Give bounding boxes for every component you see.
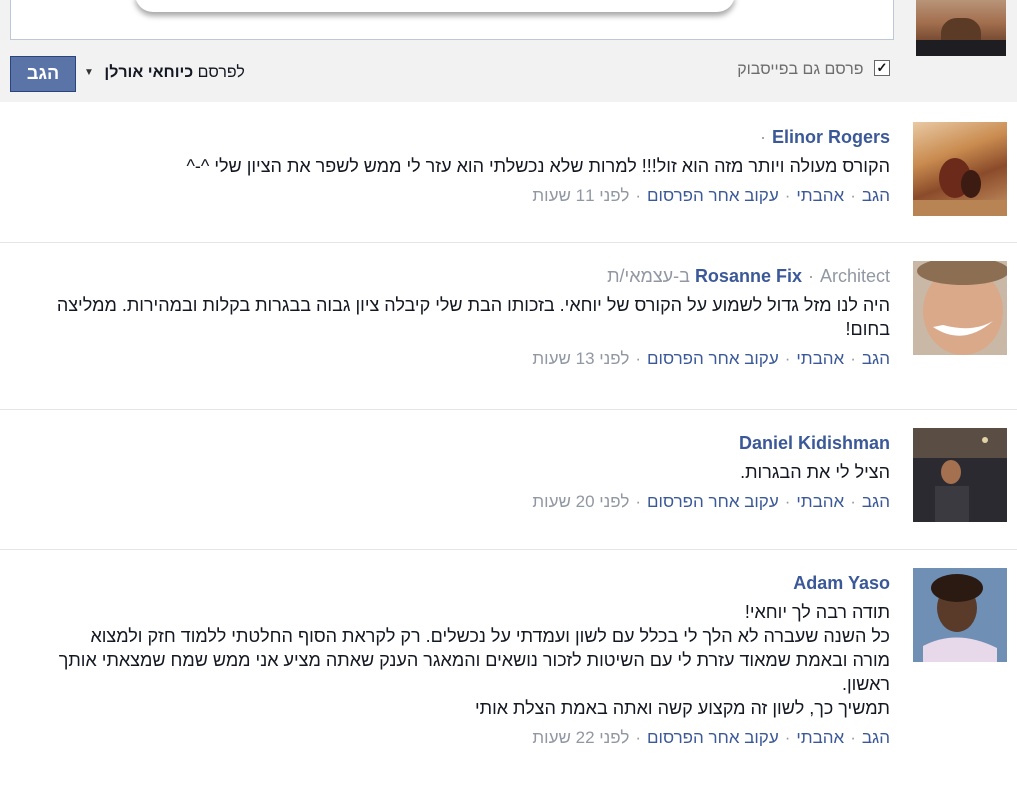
chevron-down-icon: ▼ — [84, 67, 94, 78]
like-link[interactable]: אהבתי — [796, 186, 844, 205]
comment-text: תודה רבה לך יוחאי! כל השנה שעברה לא הלך … — [58, 602, 890, 718]
commenter-avatar[interactable] — [913, 428, 1007, 522]
comment-text: הקורס מעולה ויותר מזה הוא זול!!! למרות ש… — [186, 156, 890, 176]
post-to-facebook-label: פרסם גם בפייסבוק — [737, 61, 864, 78]
comment-actions: הגב·אהבתי·עקוב אחר הפרסום·לפני 20 שעות — [532, 492, 890, 511]
comment-author-link[interactable]: Adam Yaso — [793, 573, 890, 593]
comment-actions: הגב·אהבתי·עקוב אחר הפרסום·לפני 11 שעות — [532, 186, 890, 205]
comment-composer: הגב לפרסם כיוחאי אורלן ▼ ✓ פרסם גם בפייס… — [0, 0, 1017, 102]
post-to-facebook-option[interactable]: ✓ פרסם גם בפייסבוק — [737, 56, 890, 84]
like-link[interactable]: אהבתי — [796, 492, 844, 511]
follow-post-link[interactable]: עקוב אחר הפרסום — [647, 186, 779, 205]
comment-text: הציל לי את הבגרות. — [740, 462, 890, 482]
follow-post-link[interactable]: עקוב אחר הפרסום — [647, 492, 779, 511]
commenter-avatar[interactable] — [913, 568, 1007, 662]
like-link[interactable]: אהבתי — [796, 349, 844, 368]
post-comment-button[interactable]: הגב — [10, 56, 76, 92]
post-as-name: כיוחאי אורלן — [104, 64, 194, 82]
reply-link[interactable]: הגב — [862, 492, 890, 511]
commenter-avatar[interactable] — [913, 261, 1007, 355]
comment-author-link[interactable]: Daniel Kidishman — [739, 433, 890, 453]
comment-timestamp[interactable]: לפני 13 שעות — [532, 349, 629, 368]
comment-timestamp[interactable]: לפני 20 שעות — [532, 492, 629, 511]
comment-author-link[interactable]: Elinor Rogers — [772, 127, 890, 147]
comment-actions: הגב·אהבתי·עקוב אחר הפרסום·לפני 22 שעות — [532, 728, 890, 747]
comment-item: Rosanne Fix ·Architect ב-עצמאי/ת היה לנו … — [0, 242, 1017, 410]
comment-item: Elinor Rogers· הקורס מעולה ויותר מזה הוא… — [0, 108, 1017, 242]
comment-text: היה לנו מזל גדול לשמוע על הקורס של יוחאי… — [56, 295, 890, 339]
post-as-selector[interactable]: לפרסם כיוחאי אורלן ▼ — [84, 58, 245, 88]
follow-post-link[interactable]: עקוב אחר הפרסום — [647, 349, 779, 368]
follow-post-link[interactable]: עקוב אחר הפרסום — [647, 728, 779, 747]
reply-link[interactable]: הגב — [862, 186, 890, 205]
composer-popup-edge — [135, 0, 735, 12]
comment-timestamp[interactable]: לפני 22 שעות — [532, 728, 629, 747]
post-to-facebook-checkbox[interactable]: ✓ — [874, 59, 890, 76]
current-user-avatar — [916, 0, 1006, 56]
post-as-prefix: לפרסם — [197, 64, 245, 82]
comment-actions: הגב·אהבתי·עקוב אחר הפרסום·לפני 13 שעות — [532, 349, 890, 368]
reply-link[interactable]: הגב — [862, 728, 890, 747]
commenter-avatar[interactable] — [913, 122, 1007, 216]
comment-item: Daniel Kidishman הציל לי את הבגרות. הגב·… — [0, 409, 1017, 550]
comment-item: Adam Yaso תודה רבה לך יוחאי! כל השנה שעב… — [0, 549, 1017, 792]
reply-link[interactable]: הגב — [862, 349, 890, 368]
like-link[interactable]: אהבתי — [796, 728, 844, 747]
comment-author-link[interactable]: Rosanne Fix — [695, 266, 802, 286]
comment-timestamp[interactable]: לפני 11 שעות — [532, 186, 629, 205]
